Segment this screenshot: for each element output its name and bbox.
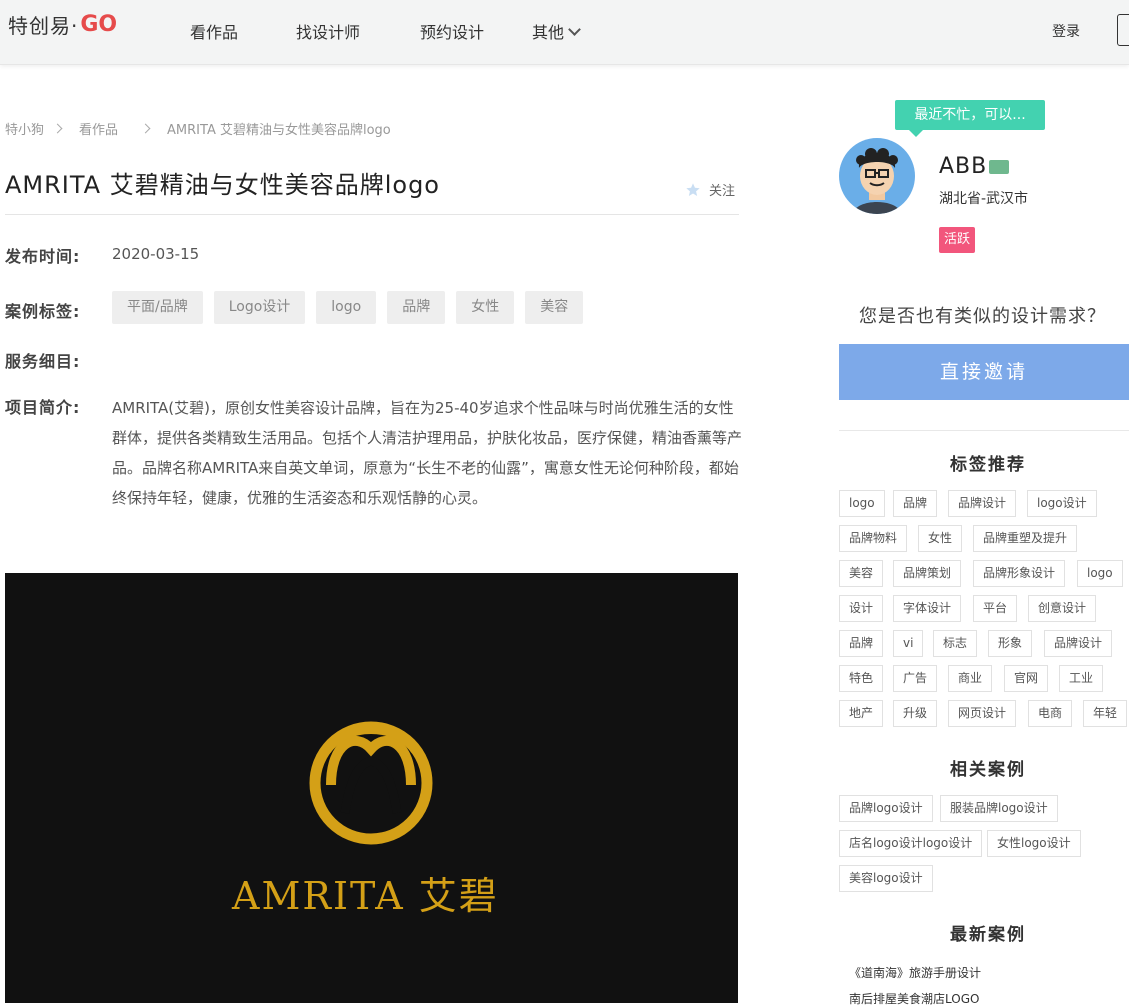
recommend-tag[interactable]: 品牌策划 <box>893 560 962 587</box>
recommend-tag[interactable]: 品牌设计 <box>1044 630 1113 657</box>
follow-label: 关注 <box>709 184 736 199</box>
logo-go: GO <box>80 11 118 37</box>
designer-name-text: ABB <box>939 154 988 179</box>
recommend-tag[interactable]: 工业 <box>1059 665 1104 692</box>
recommend-tag[interactable]: logo <box>839 490 885 517</box>
breadcrumb-works[interactable]: 看作品 <box>79 119 118 138</box>
login-link[interactable]: 登录 <box>1052 21 1080 41</box>
latest-heading: 最新案例 <box>950 925 1026 945</box>
recommend-tag[interactable]: 地产 <box>839 700 884 727</box>
site-logo[interactable]: 特创易· GO <box>8 10 117 38</box>
status-badge: 活跃 <box>939 227 975 253</box>
case-tag[interactable]: 平面/品牌 <box>112 291 203 324</box>
case-tag[interactable]: 女性 <box>456 291 515 324</box>
design-need-question: 您是否也有类似的设计需求？ <box>859 306 1106 327</box>
recommend-tag[interactable]: 创意设计 <box>1028 595 1097 622</box>
recommend-tag[interactable]: 官网 <box>1004 665 1049 692</box>
case-image[interactable] <box>5 573 738 1003</box>
recommend-tag[interactable]: 品牌设计 <box>948 490 1017 517</box>
intro-label: 项目简介: <box>5 398 81 417</box>
breadcrumb-home[interactable]: 特小狗 <box>5 119 44 138</box>
recommend-tag[interactable]: vi <box>893 630 924 657</box>
recommend-tag[interactable]: 字体设计 <box>893 595 962 622</box>
star-icon <box>686 182 700 196</box>
invite-button[interactable]: 直接邀请 <box>839 344 1129 400</box>
recommend-tag[interactable]: logo设计 <box>1027 490 1097 517</box>
recommend-tag[interactable]: 女性 <box>918 525 963 552</box>
recommend-tag[interactable]: 品牌物料 <box>839 525 908 552</box>
related-case[interactable]: 女性logo设计 <box>987 830 1081 857</box>
nav-other-label: 其他 <box>532 23 565 42</box>
page-title: AMRITA 艾碧精油与女性美容品牌logo <box>5 171 440 199</box>
recommend-tag[interactable]: 年轻 <box>1083 700 1128 727</box>
publish-label: 发布时间: <box>5 247 81 266</box>
register-button[interactable] <box>1117 14 1129 46</box>
recommend-tag[interactable]: 网页设计 <box>948 700 1017 727</box>
recommend-tag[interactable]: 平台 <box>973 595 1018 622</box>
breadcrumb-current: AMRITA 艾碧精油与女性美容品牌logo <box>167 123 391 138</box>
divider <box>839 430 1129 431</box>
chevron-down-icon <box>568 22 581 36</box>
breadcrumb: 特小狗 看作品 AMRITA 艾碧精油与女性美容品牌logo <box>5 119 391 138</box>
case-tags: 平面/品牌 Logo设计 logo 品牌 女性 美容 <box>112 291 584 324</box>
related-case[interactable]: 店名logo设计logo设计 <box>839 830 983 857</box>
follow-button[interactable]: 关注 <box>685 180 735 199</box>
recommend-tag[interactable]: 商业 <box>948 665 993 692</box>
case-tag[interactable]: logo <box>316 291 377 324</box>
case-tag[interactable]: Logo设计 <box>213 291 306 324</box>
recommend-tag[interactable]: 电商 <box>1028 700 1073 727</box>
divider <box>5 214 739 215</box>
status-bubble: 最近不忙，可以... <box>895 100 1045 137</box>
chevron-right-icon <box>140 123 151 134</box>
project-description: AMRITA(艾碧)，原创女性美容设计品牌，旨在为25-40岁追求个性品味与时尚… <box>112 399 743 507</box>
recommend-tag[interactable]: 品牌 <box>839 630 884 657</box>
recommend-tag[interactable]: 特色 <box>839 665 884 692</box>
logo-text: 特创易· <box>8 13 79 38</box>
brand-text: AMRITA 艾碧 <box>232 874 499 918</box>
nav-works[interactable]: 看作品 <box>190 19 238 43</box>
latest-case[interactable]: 《道南海》旅游手册设计 <box>849 964 981 981</box>
avatar[interactable] <box>839 138 915 214</box>
designer-location: 湖北省-武汉市 <box>939 191 1029 207</box>
recommend-tag[interactable]: 升级 <box>893 700 938 727</box>
id-card-icon <box>989 159 1010 174</box>
related-case[interactable]: 品牌logo设计 <box>839 795 933 822</box>
recommend-tag[interactable]: 品牌重塑及提升 <box>973 525 1078 552</box>
nav-book-design[interactable]: 预约设计 <box>420 19 484 43</box>
nav-find-designer[interactable]: 找设计师 <box>296 19 360 43</box>
recommend-tag[interactable]: 标志 <box>933 630 978 657</box>
designer-avatar-icon <box>839 138 915 214</box>
case-tags-label: 案例标签: <box>5 302 81 321</box>
chevron-right-icon <box>52 123 63 134</box>
amrita-logo-icon <box>309 721 433 845</box>
top-navigation: 特创易· GO 看作品 找设计师 预约设计 其他 登录 <box>0 0 1129 65</box>
recommend-tag[interactable]: 设计 <box>839 595 884 622</box>
nav-other[interactable]: 其他 <box>532 19 581 43</box>
recommend-tag[interactable]: 美容 <box>839 560 884 587</box>
publish-date: 2020-03-15 <box>112 245 200 263</box>
latest-case[interactable]: 南后排屋美食潮店LOGO <box>849 990 979 1007</box>
recommend-tag[interactable]: 品牌形象设计 <box>973 560 1066 587</box>
recommend-tag[interactable]: 品牌 <box>893 490 938 517</box>
related-case[interactable]: 美容logo设计 <box>839 865 933 892</box>
related-heading: 相关案例 <box>950 760 1026 780</box>
related-case[interactable]: 服装品牌logo设计 <box>940 795 1058 822</box>
service-label: 服务细目: <box>5 352 81 371</box>
designer-name[interactable]: ABB <box>939 154 1010 179</box>
tag-recommend-heading: 标签推荐 <box>950 455 1026 475</box>
case-tag[interactable]: 美容 <box>525 291 584 324</box>
recommend-tag[interactable]: logo <box>1077 560 1123 587</box>
recommend-tag[interactable]: 形象 <box>988 630 1033 657</box>
recommend-tag[interactable]: 广告 <box>893 665 938 692</box>
case-tag[interactable]: 品牌 <box>387 291 446 324</box>
